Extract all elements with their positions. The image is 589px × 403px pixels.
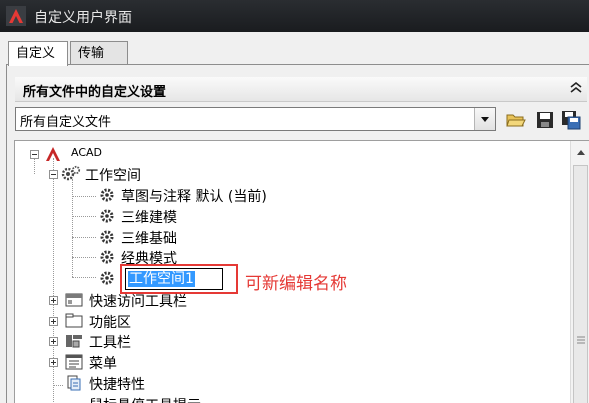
scroll-thumb[interactable]	[573, 165, 588, 403]
autocad-logo-icon	[6, 6, 26, 26]
section-header: 所有文件中的自定义设置	[15, 77, 587, 102]
gear-icon	[100, 188, 114, 202]
scroll-up-arrow-icon[interactable]	[575, 147, 587, 157]
title-bar: 自定义用户界面	[0, 0, 589, 32]
gear-icon	[100, 271, 114, 285]
customization-tree: ACAD 工作空间 草图与注释 默认 (当前) 三维建模 三维基础 经典模式 工…	[14, 140, 589, 403]
tree-node-workspace[interactable]: 草图与注释 默认 (当前)	[15, 185, 335, 205]
gear-icon	[100, 209, 114, 223]
tree-node-quick-access-toolbars[interactable]: 快速访问工具栏	[15, 290, 235, 310]
tree-node-label: 快捷特性	[89, 377, 145, 393]
menu-icon	[65, 354, 83, 370]
annotation-text: 可新编辑名称	[245, 274, 347, 294]
grip-icon	[577, 336, 585, 344]
tab-strip: 自定义 传输	[0, 32, 589, 66]
gear-icon	[100, 230, 114, 244]
tree-node-label: 快速访问工具栏	[89, 294, 187, 310]
collapse-toggle[interactable]	[30, 150, 39, 159]
expand-toggle[interactable]	[49, 337, 58, 346]
autocad-logo-icon	[46, 147, 60, 161]
save-as-icon[interactable]	[560, 109, 582, 131]
vertical-scrollbar[interactable]	[570, 141, 589, 403]
tab-customize[interactable]: 自定义	[8, 41, 68, 66]
tree-node-label: 菜单	[89, 356, 117, 372]
tree-node-workspaces[interactable]: 工作空间	[15, 164, 215, 184]
save-icon[interactable]	[534, 109, 556, 131]
tree-node-label: 工作空间	[85, 168, 141, 184]
tree-node-label: 功能区	[89, 315, 131, 331]
dropdown-arrow[interactable]	[474, 108, 495, 130]
tree-node-ribbon[interactable]: 功能区	[15, 311, 215, 331]
open-folder-icon[interactable]	[505, 109, 527, 131]
toolbar-icon	[65, 293, 83, 307]
workspaces-gears-icon	[61, 165, 81, 181]
tab-transfer[interactable]: 传输	[70, 41, 128, 65]
chevron-down-icon	[481, 117, 489, 122]
tree-node-menus[interactable]: 菜单	[15, 352, 215, 372]
file-selector-dropdown[interactable]: 所有自定义文件	[15, 107, 496, 131]
tree-node-rollover-tooltips[interactable]: 鼠标悬停工具提示	[15, 394, 235, 403]
tree-node-label: 三维建模	[121, 210, 177, 226]
expand-toggle[interactable]	[49, 317, 58, 326]
collapse-toggle[interactable]	[49, 170, 58, 179]
tree-node-acad[interactable]: ACAD	[15, 144, 215, 164]
tree-node-workspace-new[interactable]	[15, 268, 115, 288]
ribbon-icon	[65, 313, 83, 328]
toolbars-icon	[66, 335, 82, 348]
tree-node-workspace[interactable]: 三维基础	[15, 227, 215, 247]
tree-node-quick-properties[interactable]: 快捷特性	[15, 373, 215, 393]
file-selector-value: 所有自定义文件	[20, 115, 112, 130]
expand-toggle[interactable]	[49, 358, 58, 367]
tree-node-workspace[interactable]: 三维建模	[15, 206, 215, 226]
tree-node-label: ACAD	[71, 146, 103, 159]
gear-icon	[100, 250, 114, 264]
quick-properties-icon	[67, 375, 81, 391]
window-title: 自定义用户界面	[34, 10, 132, 26]
collapse-chevron-icon[interactable]	[567, 79, 585, 97]
tree-node-label: 鼠标悬停工具提示	[89, 395, 201, 403]
tree-node-label: 草图与注释 默认 (当前)	[121, 189, 267, 205]
section-title: 所有文件中的自定义设置	[23, 85, 167, 100]
tree-node-label: 工具栏	[89, 335, 131, 351]
tree-node-toolbars[interactable]: 工具栏	[15, 331, 215, 351]
expand-toggle[interactable]	[49, 296, 58, 305]
tree-node-label: 三维基础	[121, 231, 177, 247]
